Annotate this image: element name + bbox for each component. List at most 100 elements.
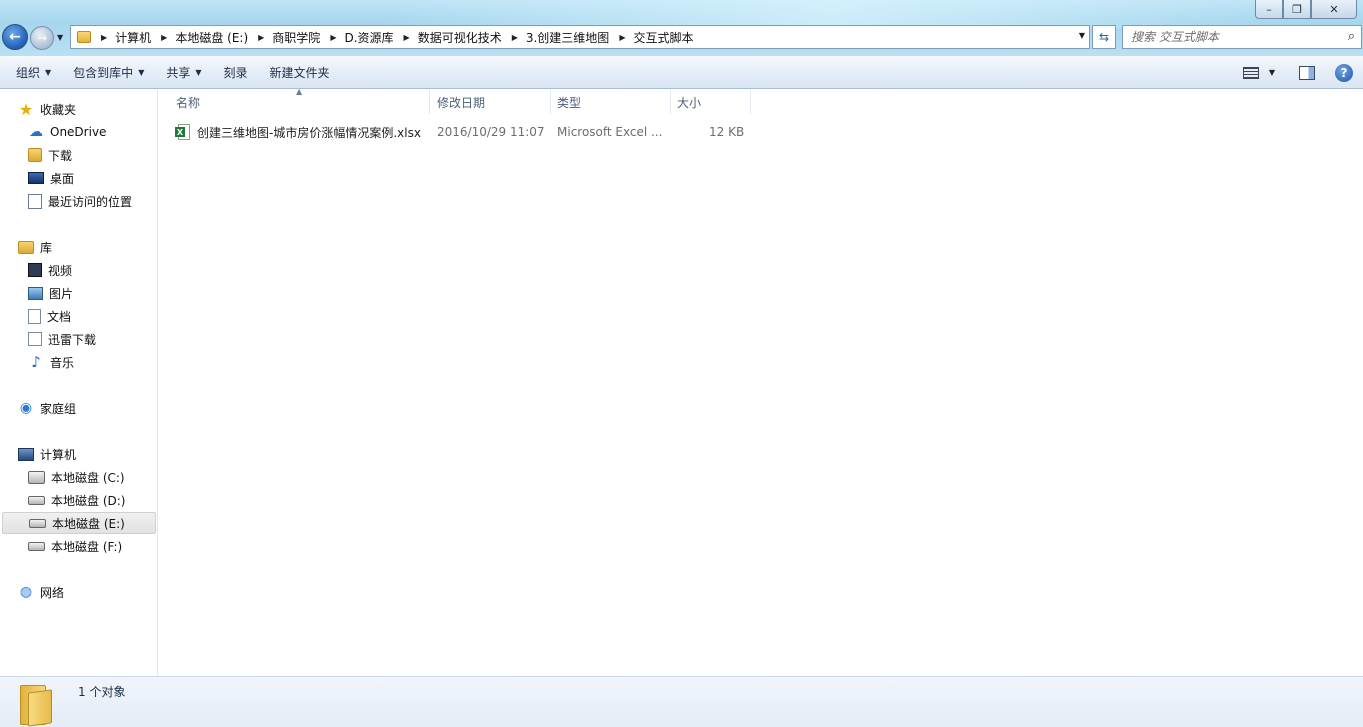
recent-places-icon xyxy=(28,193,42,209)
chevron-right-icon[interactable]: ▶ xyxy=(619,33,625,42)
organize-button[interactable]: 组织 ▼ xyxy=(8,56,59,89)
breadcrumb-item-current[interactable]: 交互式脚本 xyxy=(633,29,693,46)
library-icon xyxy=(18,240,34,254)
column-header-size[interactable]: 大小 xyxy=(671,90,751,114)
chevron-right-icon[interactable]: ▶ xyxy=(101,33,107,42)
nav-label: 音乐 xyxy=(50,355,75,370)
file-list: ▲ 名称 修改日期 类型 大小 X 创建三维地图-城市房价涨幅情况案例.xlsx… xyxy=(159,87,1363,676)
close-button[interactable]: ✕ xyxy=(1311,0,1357,19)
downloads-folder-icon xyxy=(28,148,42,162)
file-name: 创建三维地图-城市房价涨幅情况案例.xlsx xyxy=(197,125,421,140)
nav-downloads[interactable]: 下载 xyxy=(28,144,72,166)
nav-label: 本地磁盘 (C:) xyxy=(51,470,125,485)
nav-favorites[interactable]: ★ 收藏夹 xyxy=(18,98,76,120)
document-icon xyxy=(28,308,41,324)
nav-label: 本地磁盘 (F:) xyxy=(51,539,123,554)
column-header-label: 名称 xyxy=(176,95,201,110)
nav-label: OneDrive xyxy=(50,125,107,139)
nav-drive-f[interactable]: 本地磁盘 (F:) xyxy=(28,535,122,557)
address-bar[interactable]: ▶ 计算机 ▶ 本地磁盘 (E:) ▶ 商职学院 ▶ D.资源库 ▶ 数据可视化… xyxy=(70,25,1090,49)
nav-libraries[interactable]: 库 xyxy=(18,236,52,258)
xunlei-download-icon xyxy=(28,332,42,346)
restore-button[interactable]: ❐ xyxy=(1283,0,1311,19)
file-type: Microsoft Excel ... xyxy=(557,125,663,139)
column-header-type[interactable]: 类型 xyxy=(551,90,671,114)
nav-label: 下载 xyxy=(48,148,73,163)
column-header-modified[interactable]: 修改日期 xyxy=(431,90,551,114)
column-header-name[interactable]: 名称 xyxy=(170,90,430,114)
chevron-down-icon: ▼ xyxy=(138,67,145,77)
breadcrumb-item[interactable]: 数据可视化技术 xyxy=(418,29,502,46)
help-icon[interactable]: ? xyxy=(1335,63,1353,82)
refresh-button[interactable]: ⇆ xyxy=(1092,25,1116,49)
arrow-right-icon: → xyxy=(36,31,48,45)
preview-pane-icon[interactable] xyxy=(1299,65,1315,80)
desktop-icon xyxy=(28,172,44,184)
nav-label: 文档 xyxy=(47,309,72,324)
folder-icon xyxy=(20,681,54,727)
nav-homegroup[interactable]: ◉ 家庭组 xyxy=(18,397,76,419)
address-dropdown-icon[interactable]: ▼ xyxy=(1079,31,1085,40)
nav-xunlei-downloads[interactable]: 迅雷下载 xyxy=(28,328,96,350)
chevron-right-icon[interactable]: ▶ xyxy=(512,33,518,42)
nav-music[interactable]: ♪ 音乐 xyxy=(28,351,74,373)
nav-drive-e[interactable]: 本地磁盘 (E:) xyxy=(2,512,156,534)
burn-button[interactable]: 刻录 xyxy=(216,56,256,89)
refresh-icon: ⇆ xyxy=(1098,30,1110,44)
burn-label: 刻录 xyxy=(223,65,248,80)
search-input[interactable] xyxy=(1131,30,1331,44)
chevron-right-icon[interactable]: ▶ xyxy=(161,33,167,42)
column-header-label: 修改日期 xyxy=(437,95,486,110)
breadcrumb-item[interactable]: 3.创建三维地图 xyxy=(526,29,609,46)
title-glow xyxy=(380,0,1280,28)
homegroup-icon: ◉ xyxy=(19,400,33,416)
nav-pictures[interactable]: 图片 xyxy=(28,282,73,304)
breadcrumb-item[interactable]: 商职学院 xyxy=(272,29,320,46)
arrow-left-icon: ← xyxy=(9,29,21,45)
cloud-icon: ☁ xyxy=(29,124,43,140)
chevron-right-icon[interactable]: ▶ xyxy=(404,33,410,42)
nav-computer[interactable]: 计算机 xyxy=(18,443,76,465)
nav-documents[interactable]: 文档 xyxy=(28,305,71,327)
search-box[interactable]: ⌕ xyxy=(1122,25,1362,49)
breadcrumb-item[interactable]: 计算机 xyxy=(115,29,151,46)
column-header-label: 类型 xyxy=(557,95,582,110)
include-in-library-label: 包含到库中 xyxy=(73,65,134,80)
nav-videos[interactable]: 视频 xyxy=(28,259,72,281)
recent-pages-dropdown[interactable]: ▼ xyxy=(57,33,63,42)
nav-label: 图片 xyxy=(49,286,74,301)
star-icon: ★ xyxy=(18,99,34,119)
breadcrumb-item[interactable]: 本地磁盘 (E:) xyxy=(175,29,248,46)
nav-label: 迅雷下载 xyxy=(48,332,97,347)
view-options-dropdown-icon[interactable]: ▼ xyxy=(1269,68,1275,77)
navigation-pane: ★ 收藏夹 ☁ OneDrive 下载 桌面 最近访问的位置 库 视频 图片 文档 … xyxy=(0,90,158,676)
forward-button[interactable]: → xyxy=(30,26,54,50)
toolbar-right: ▼ ? xyxy=(1242,56,1353,89)
breadcrumb-item[interactable]: D.资源库 xyxy=(344,29,393,46)
nav-label: 网络 xyxy=(40,585,65,600)
chevron-down-icon: ▼ xyxy=(195,67,202,77)
nav-recent-places[interactable]: 最近访问的位置 xyxy=(28,190,132,212)
minimize-button[interactable]: – xyxy=(1255,0,1283,19)
nav-drive-d[interactable]: 本地磁盘 (D:) xyxy=(28,489,125,511)
nav-desktop[interactable]: 桌面 xyxy=(28,167,74,189)
window-controls: – ❐ ✕ xyxy=(1255,0,1357,19)
nav-drive-c[interactable]: 本地磁盘 (C:) xyxy=(28,466,125,488)
file-row[interactable]: X 创建三维地图-城市房价涨幅情况案例.xlsx 2016/10/29 11:0… xyxy=(175,122,755,142)
nav-network[interactable]: ◍ 网络 xyxy=(18,581,64,603)
nav-onedrive[interactable]: ☁ OneDrive xyxy=(28,121,106,143)
back-button[interactable]: ← xyxy=(2,24,28,50)
nav-label: 桌面 xyxy=(50,171,75,186)
share-button[interactable]: 共享 ▼ xyxy=(158,56,209,89)
include-in-library-button[interactable]: 包含到库中 ▼ xyxy=(65,56,152,89)
nav-label: 家庭组 xyxy=(40,401,77,416)
chevron-down-icon: ▼ xyxy=(45,67,52,77)
nav-label: 视频 xyxy=(48,263,73,278)
nav-label: 最近访问的位置 xyxy=(48,194,133,209)
view-options-icon[interactable] xyxy=(1242,66,1259,79)
column-header-label: 大小 xyxy=(677,95,702,110)
chevron-right-icon[interactable]: ▶ xyxy=(258,33,264,42)
search-icon[interactable]: ⌕ xyxy=(1348,29,1355,44)
new-folder-button[interactable]: 新建文件夹 xyxy=(262,56,338,89)
chevron-right-icon[interactable]: ▶ xyxy=(330,33,336,42)
